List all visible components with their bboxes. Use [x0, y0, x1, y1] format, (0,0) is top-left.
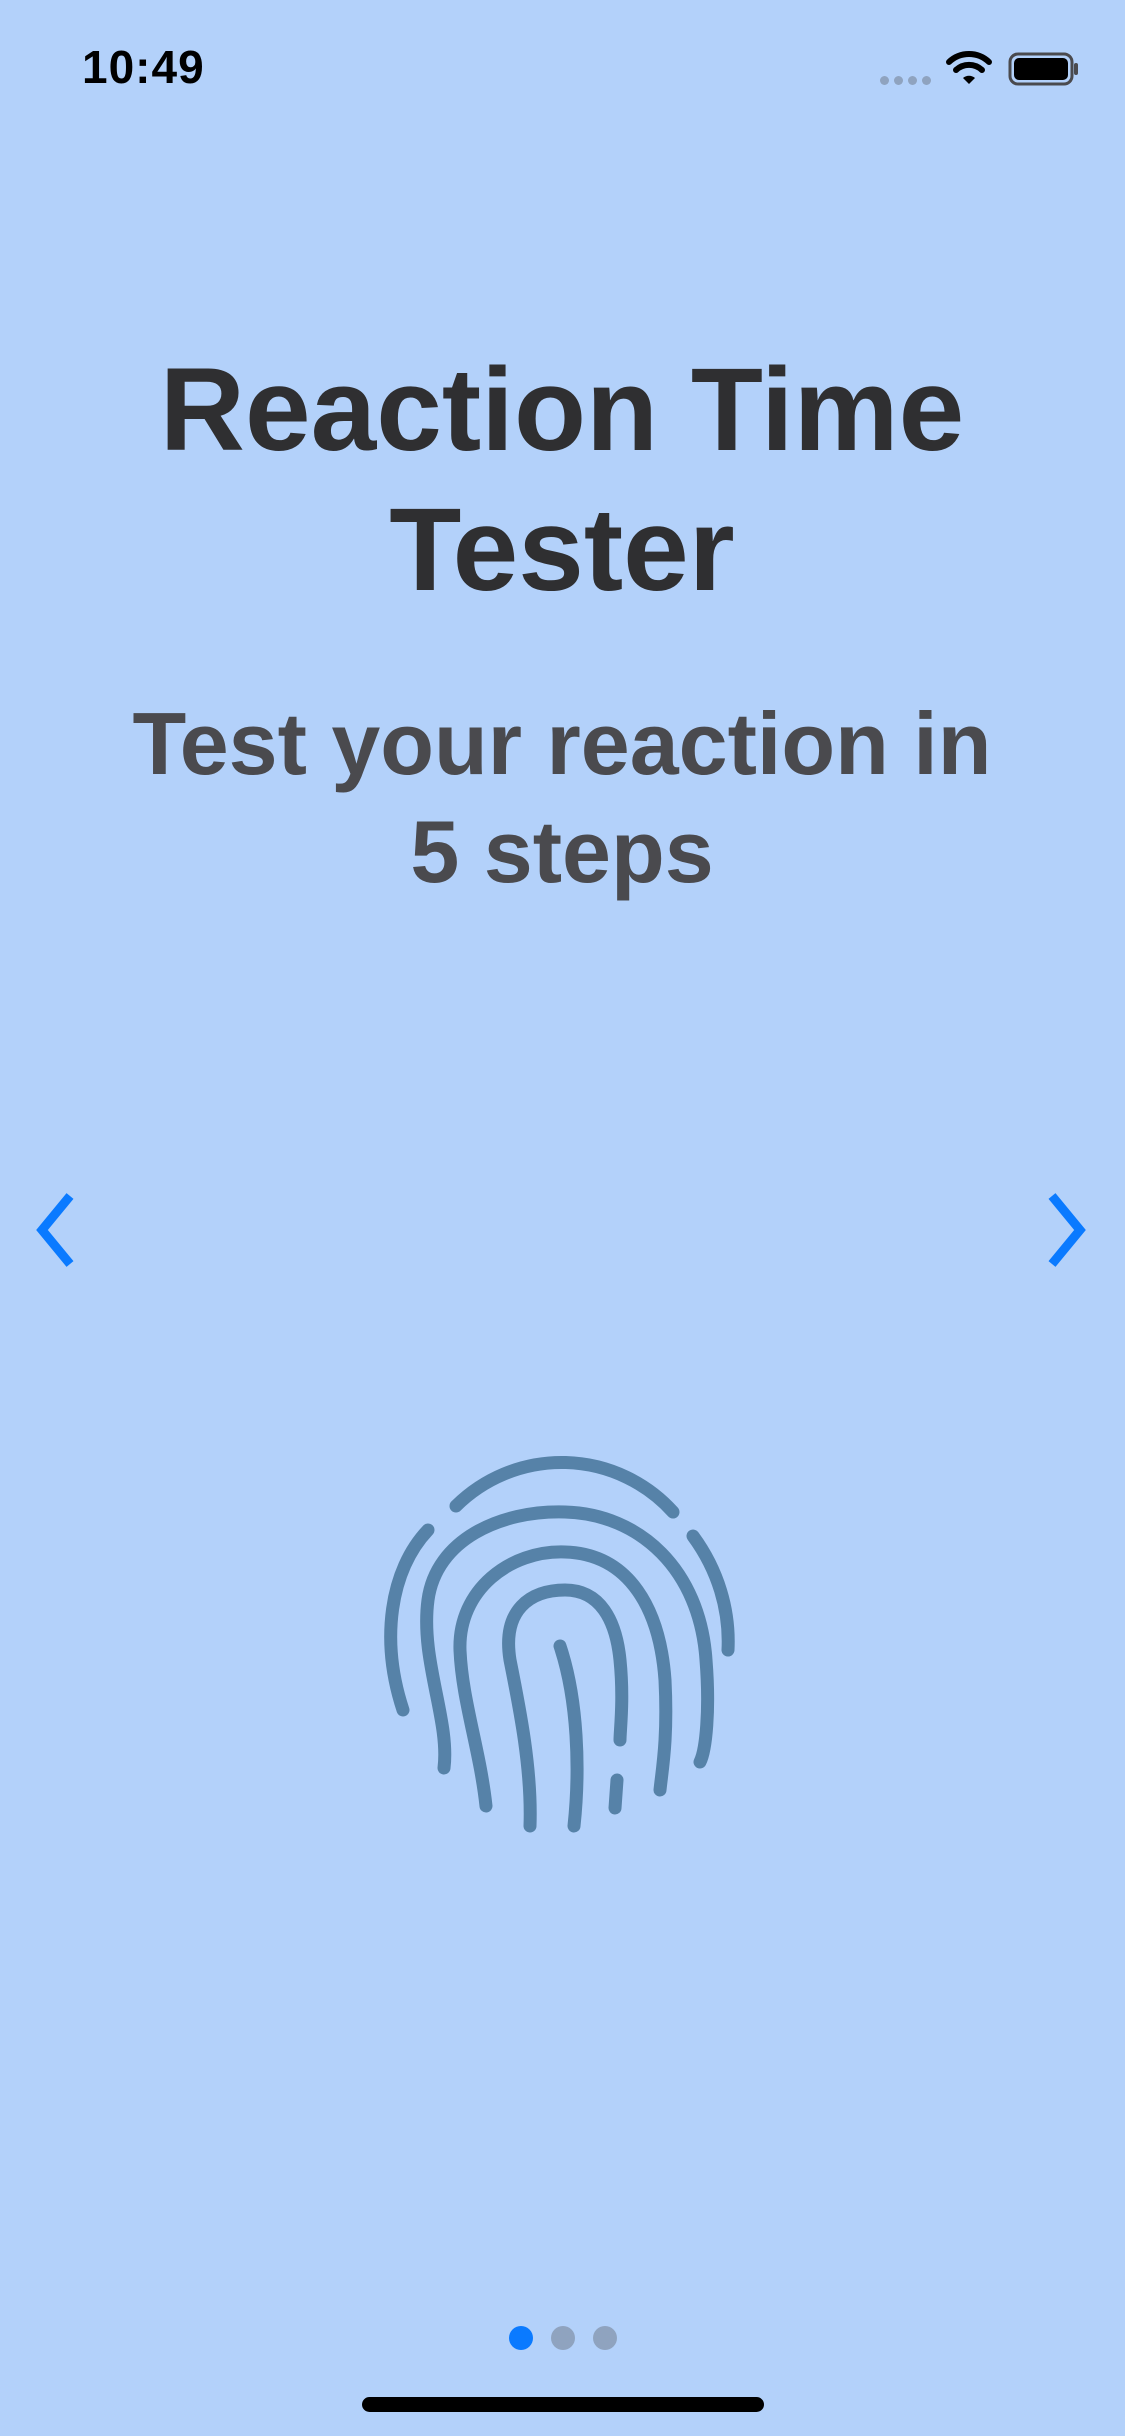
- page-dot-1[interactable]: [508, 2326, 533, 2350]
- cellular-signal-icon: [880, 76, 931, 85]
- status-time: 10:49: [82, 41, 205, 93]
- page-dot-3[interactable]: [592, 2326, 617, 2350]
- previous-page-button[interactable]: [24, 1190, 84, 1270]
- home-indicator[interactable]: [362, 2397, 764, 2412]
- wifi-icon: [946, 51, 992, 84]
- battery-icon: [1008, 52, 1078, 86]
- page-dot-2[interactable]: [550, 2326, 575, 2350]
- page-indicator[interactable]: [0, 2326, 1125, 2350]
- app-title: Reaction Time Tester: [159, 344, 965, 616]
- fingerprint-icon: [384, 1456, 735, 1833]
- next-page-button[interactable]: [1038, 1190, 1098, 1270]
- onboarding-subtitle: Test your reaction in 5 steps: [132, 694, 992, 901]
- chevron-right-icon: [1048, 1193, 1086, 1267]
- chevron-left-icon: [36, 1193, 74, 1267]
- status-bar: 10:49: [0, 0, 1125, 140]
